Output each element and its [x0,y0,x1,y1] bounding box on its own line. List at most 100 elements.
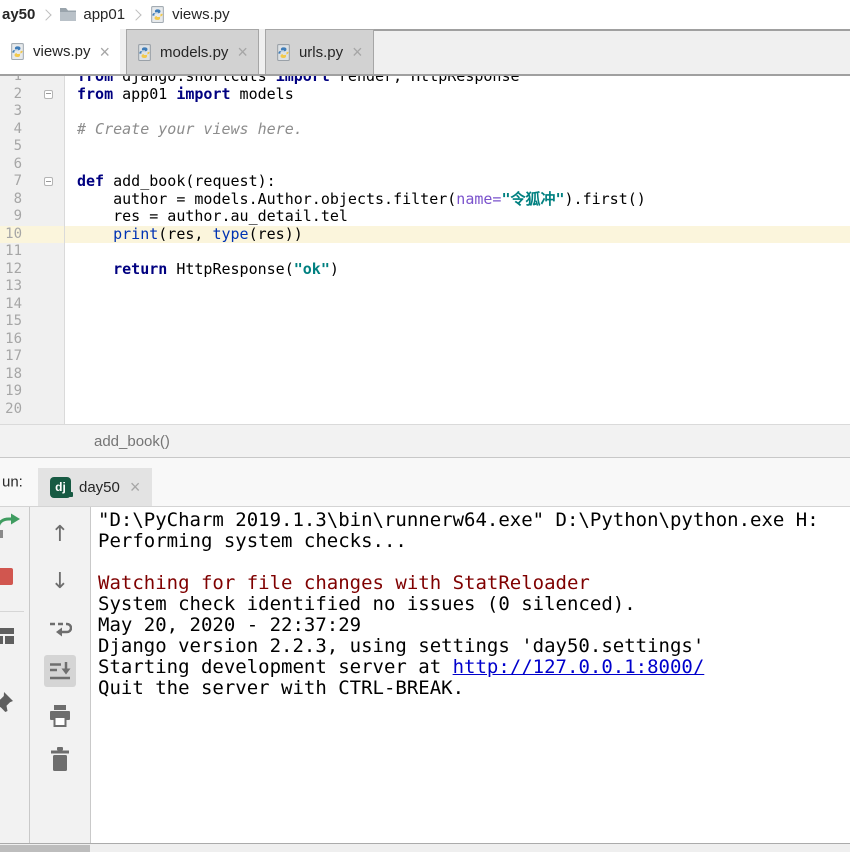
code-line: res = author.au_detail.tel [65,208,850,226]
code-line [65,313,850,331]
code-line: def add_book(request): [65,173,850,191]
python-file-icon [275,44,292,61]
python-file-icon [149,6,166,23]
server-url-link[interactable]: http://127.0.0.1:8000/ [453,656,705,678]
scroll-to-end-button[interactable] [44,655,76,687]
print-button[interactable] [46,703,74,729]
stop-icon [0,568,13,585]
arrow-down-icon: ↓ [51,571,69,593]
chevron-right-icon [41,9,52,20]
console-line: Starting development server at http://12… [98,657,850,678]
code-line [65,348,850,366]
breadcrumb: ay50 app01 views.py [0,0,850,29]
arrow-up-icon: ↑ [51,524,69,546]
line-number: 18 [0,366,64,384]
code-line [65,331,850,349]
python-file-icon [9,43,26,60]
editor-code-rows: from django.shortcuts import render, Htt… [65,76,850,418]
run-panel-header: un: dj day50 × [0,458,850,507]
code-line [65,278,850,296]
console-toolbar: ↑ ↓ [30,507,91,843]
editor-gutter-rows: 1234567891011121314151617181920 [0,76,64,418]
line-number: 16 [0,331,64,349]
chevron-right-icon [130,9,141,20]
code-line: # Create your views here. [65,121,850,139]
code-line [65,103,850,121]
code-line: print(res, type(res)) [65,226,850,244]
tab-models-py[interactable]: models.py × [126,29,259,74]
run-panel-title: un: [2,474,23,491]
breadcrumb-project[interactable]: ay50 [2,6,35,23]
breadcrumb-file[interactable]: views.py [149,6,230,23]
code-editor[interactable]: 1234567891011121314151617181920 from dja… [0,76,850,424]
current-function-label[interactable]: add_book() [94,433,170,450]
scroll-to-end-icon [49,661,71,681]
horizontal-scrollbar[interactable] [0,843,850,852]
line-number: 8 [0,191,64,209]
console-line: Watching for file changes with StatReloa… [98,573,850,594]
breadcrumb-package[interactable]: app01 [59,6,125,23]
code-line [65,401,850,419]
tab-label: models.py [160,44,228,61]
scroll-up-button[interactable]: ↑ [46,521,74,549]
folder-icon [59,7,77,22]
close-icon[interactable]: × [237,43,248,61]
line-number: 11 [0,243,64,261]
pin-icon [0,691,14,713]
rerun-icon [0,511,22,539]
line-number: 3 [0,103,64,121]
console-line: May 20, 2020 - 22:37:29 [98,615,850,636]
line-number: 2 [0,86,64,104]
line-number: 14 [0,296,64,314]
scroll-down-button[interactable]: ↓ [46,568,74,596]
close-icon[interactable]: × [352,43,363,61]
soft-wrap-icon [48,619,72,639]
line-number: 4 [0,121,64,139]
code-line: author = models.Author.objects.filter(na… [65,191,850,209]
line-number: 15 [0,313,64,331]
pycharm-window: ay50 app01 views.py views.py [0,0,850,852]
code-line [65,383,850,401]
code-line [65,296,850,314]
close-icon[interactable]: × [100,43,111,61]
line-number: 13 [0,278,64,296]
line-number: 5 [0,138,64,156]
console-line: "D:\PyCharm 2019.1.3\bin\runnerw64.exe" … [98,510,850,531]
line-number: 6 [0,156,64,174]
rerun-button[interactable] [0,511,22,539]
scrollbar-thumb[interactable] [0,845,90,852]
line-number: 7 [0,173,64,191]
tab-bar-filler [374,29,850,74]
line-number: 1 [0,76,64,86]
line-number: 12 [0,261,64,279]
tab-views-py[interactable]: views.py × [0,29,120,74]
console-line: Performing system checks... [98,531,850,552]
fold-marker-icon[interactable] [44,90,53,99]
tab-label: urls.py [299,44,343,61]
stop-button[interactable] [0,568,13,585]
console-output[interactable]: "D:\PyCharm 2019.1.3\bin\runnerw64.exe" … [91,507,850,843]
console-line: Django version 2.2.3, using settings 'da… [98,636,850,657]
run-tab-day50[interactable]: dj day50 × [38,468,152,506]
pin-tab-button[interactable] [0,691,14,713]
line-number: 17 [0,348,64,366]
code-line [65,156,850,174]
console-line: System check identified no issues (0 sil… [98,594,850,615]
editor-code-area[interactable]: from django.shortcuts import render, Htt… [65,76,850,424]
soft-wrap-button[interactable] [46,615,74,643]
clear-console-button[interactable] [47,745,73,773]
restore-layout-button[interactable] [0,628,14,644]
code-line: from app01 import models [65,86,850,104]
fold-marker-icon[interactable] [44,177,53,186]
close-icon[interactable]: × [130,478,141,496]
console-line [98,552,850,573]
tab-urls-py[interactable]: urls.py × [265,29,374,74]
editor-gutter[interactable]: 1234567891011121314151617181920 [0,76,65,424]
python-file-icon [136,44,153,61]
toolbar-divider [0,611,24,612]
code-line: return HttpResponse("ok") [65,261,850,279]
line-number: 20 [0,401,64,419]
run-console: ↑ ↓ [0,507,850,843]
line-number: 10 [0,226,64,244]
run-tab-label: day50 [79,479,120,496]
